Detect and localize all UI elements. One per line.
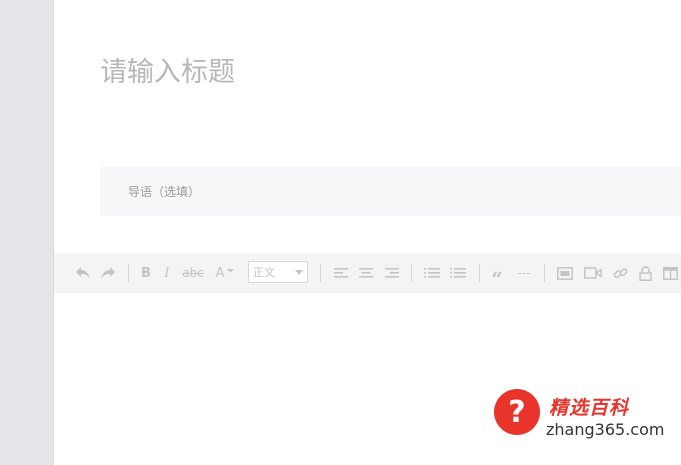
table-icon — [662, 266, 678, 280]
lock-icon — [638, 265, 652, 281]
toolbar-separator — [411, 264, 412, 282]
undo-icon — [76, 267, 90, 279]
watermark-domain: zhang365.com — [546, 420, 665, 439]
video-icon — [584, 267, 602, 279]
watermark-logo: ? 精选百科 zhang365.com — [494, 389, 681, 443]
image-icon — [557, 266, 573, 280]
bold-button[interactable]: B — [138, 264, 154, 282]
title-input[interactable] — [100, 50, 660, 94]
watermark-brand: 精选百科 — [549, 397, 630, 419]
bulleted-list-button[interactable] — [449, 264, 467, 282]
toolbar-separator — [544, 264, 545, 282]
align-left-icon — [334, 268, 348, 278]
italic-button[interactable]: I — [160, 264, 174, 282]
chevron-down-icon — [227, 268, 235, 272]
toolbar-separator — [479, 264, 480, 282]
summary-box — [100, 167, 681, 216]
toolbar-separator — [128, 264, 129, 282]
align-center-button[interactable] — [358, 264, 374, 282]
lock-button[interactable] — [637, 264, 653, 282]
font-size-label: A — [215, 265, 225, 281]
insert-video-button[interactable] — [583, 264, 603, 282]
insert-image-button[interactable] — [556, 264, 574, 282]
align-center-icon — [359, 268, 373, 278]
dropdown-caret-icon — [295, 269, 303, 275]
insert-link-button[interactable] — [611, 264, 629, 282]
summary-input[interactable] — [128, 181, 648, 203]
blockquote-button[interactable]: “ — [489, 264, 505, 291]
align-right-icon — [385, 268, 399, 278]
toolbar-separator — [320, 264, 321, 282]
insert-table-button[interactable] — [661, 264, 679, 282]
link-icon — [613, 267, 627, 278]
align-left-button[interactable] — [333, 264, 349, 282]
redo-button[interactable] — [99, 264, 117, 282]
ordered-list-button[interactable] — [423, 264, 441, 282]
bulleted-list-icon — [450, 267, 466, 278]
question-mark-icon: ? — [494, 389, 540, 435]
editor-toolbar: B I abc A 正文 “ --- — [54, 253, 681, 293]
undo-button[interactable] — [74, 264, 92, 282]
horizontal-rule-button[interactable]: --- — [513, 264, 535, 282]
paragraph-format-select[interactable]: 正文 — [248, 261, 308, 283]
ordered-list-icon — [424, 268, 440, 278]
left-sidebar — [0, 0, 54, 465]
font-size-button[interactable]: A — [213, 264, 237, 282]
align-right-button[interactable] — [384, 264, 400, 282]
paragraph-format-value: 正文 — [253, 266, 275, 279]
redo-icon — [101, 267, 115, 279]
strikethrough-button[interactable]: abc — [180, 264, 206, 282]
